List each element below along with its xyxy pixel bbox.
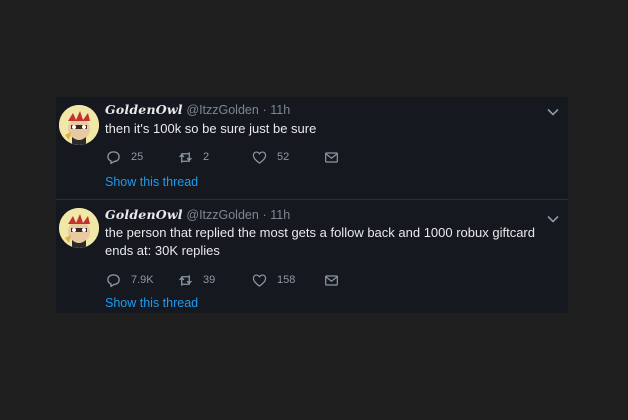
- handle[interactable]: @ItzzGolden: [186, 103, 258, 117]
- message-icon: [325, 274, 338, 286]
- tweet-header: GoldenOwl @ItzzGolden · 11h: [105, 207, 290, 222]
- like-count: 52: [277, 151, 290, 163]
- retweet-button[interactable]: 39: [178, 272, 215, 288]
- like-icon: [252, 273, 267, 287]
- avatar[interactable]: [59, 105, 99, 145]
- retweet-count: 2: [203, 151, 210, 163]
- display-name[interactable]: GoldenOwl: [105, 207, 183, 222]
- tweet[interactable]: GoldenOwl @ItzzGolden · 11h then it's 10…: [56, 97, 568, 200]
- tweet-text: then it's 100k so be sure just be sure: [105, 121, 317, 136]
- message-button[interactable]: [324, 272, 339, 288]
- timestamp[interactable]: 11h: [270, 208, 290, 222]
- reply-icon: [107, 150, 120, 164]
- avatar-image: [59, 208, 99, 248]
- tweet-text: the person that replied the most gets a …: [105, 225, 535, 258]
- reply-count: 7.9K: [131, 274, 154, 286]
- timestamp[interactable]: 11h: [270, 103, 290, 117]
- retweet-icon: [179, 274, 192, 286]
- reply-icon: [107, 273, 120, 287]
- like-button[interactable]: 52: [252, 149, 289, 165]
- retweet-count: 39: [203, 274, 216, 286]
- chevron-down-icon[interactable]: [546, 105, 560, 119]
- message-button[interactable]: [324, 149, 339, 165]
- tweet-header: GoldenOwl @ItzzGolden · 11h: [105, 102, 290, 117]
- show-thread-link[interactable]: Show this thread: [105, 175, 198, 189]
- message-icon: [325, 151, 338, 163]
- handle[interactable]: @ItzzGolden: [186, 208, 258, 222]
- retweet-icon: [179, 151, 192, 163]
- like-icon: [252, 150, 267, 164]
- separator: ·: [262, 208, 267, 222]
- tweet[interactable]: GoldenOwl @ItzzGolden · 11h the person t…: [56, 200, 568, 313]
- like-count: 158: [277, 274, 296, 286]
- retweet-button[interactable]: 2: [178, 149, 209, 165]
- avatar[interactable]: [59, 208, 99, 248]
- timeline: GoldenOwl @ItzzGolden · 11h then it's 10…: [56, 97, 568, 313]
- display-name[interactable]: GoldenOwl: [105, 102, 183, 117]
- reply-button[interactable]: 7.9K: [106, 272, 154, 288]
- like-button[interactable]: 158: [252, 272, 295, 288]
- avatar-image: [59, 105, 99, 145]
- separator: ·: [262, 103, 267, 117]
- reply-count: 25: [131, 151, 144, 163]
- reply-button[interactable]: 25: [106, 149, 143, 165]
- show-thread-link[interactable]: Show this thread: [105, 296, 198, 310]
